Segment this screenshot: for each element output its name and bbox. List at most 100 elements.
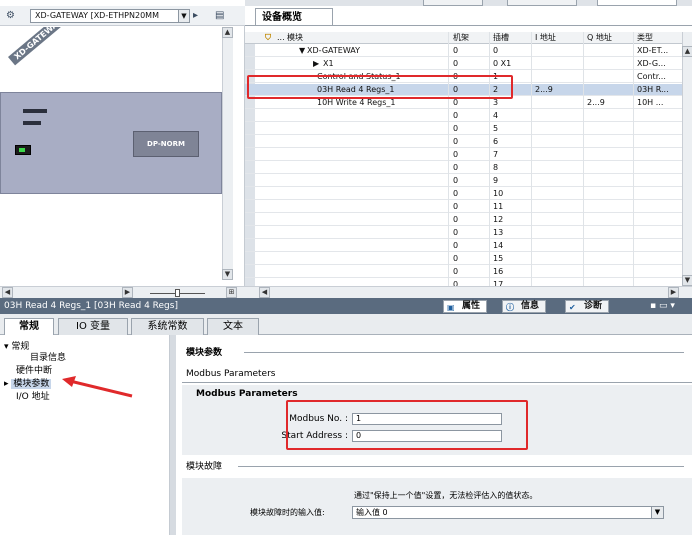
cell-rack: 0: [453, 137, 459, 146]
scroll-right-icon[interactable]: ▶: [122, 287, 133, 298]
tab-properties[interactable]: ▣ 属性: [443, 300, 488, 313]
vertical-scrollbar[interactable]: ▲ ▼: [222, 27, 233, 280]
tab-info[interactable]: ⓘ 信息: [502, 300, 547, 313]
fault-input-value: 输入值 0: [356, 508, 388, 517]
nav-hw-interrupt[interactable]: 硬件中断: [16, 363, 52, 376]
chevron-down-icon[interactable]: ▼: [178, 10, 189, 22]
highlight-frame: [286, 400, 528, 450]
diagnostics-icon: ✔: [569, 303, 576, 312]
table-row[interactable]: 0 16: [245, 266, 682, 278]
horizontal-scrollbar[interactable]: ◀ ▶: [245, 286, 692, 298]
cell-rack: 0: [453, 124, 459, 133]
device-tag: XD-GATEWAY: [8, 27, 68, 66]
horizontal-scrollbar[interactable]: ◀ ▶ ⊞: [0, 286, 245, 298]
scroll-up-icon[interactable]: ▲: [682, 46, 692, 57]
table-row[interactable]: 0 14: [245, 240, 682, 252]
cell-slot: 8: [493, 163, 499, 172]
properties-title-bar: 03H Read 4 Regs_1 [03H Read 4 Regs] ▣ 属性…: [0, 298, 692, 314]
device-indicator: [23, 121, 41, 125]
table-row[interactable]: 06: [245, 136, 682, 148]
table-row[interactable]: 05: [245, 123, 682, 135]
table-header: ⛉ ... 模块 机架 插槽 I 地址 Q 地址 类型: [245, 32, 682, 44]
nav-io-address[interactable]: I/O 地址: [16, 389, 50, 402]
play-icon[interactable]: ▸: [193, 10, 198, 21]
nav-general[interactable]: ▾ 常规: [4, 339, 29, 352]
tab-text[interactable]: 文本: [207, 318, 259, 335]
cell-slot: 9: [493, 176, 499, 185]
table-row[interactable]: 0 11: [245, 201, 682, 213]
annotation-arrow: [62, 376, 133, 398]
info-icon: ⓘ: [506, 303, 514, 312]
nav-catalog-info[interactable]: 目录信息: [30, 350, 66, 363]
scroll-up-icon[interactable]: ▲: [222, 27, 233, 38]
scroll-right-icon[interactable]: ▶: [668, 287, 679, 298]
properties-nav-tree: ▾ 常规 目录信息 硬件中断 ▸ 模块参数 I/O 地址: [0, 335, 170, 535]
cell-rack: 0: [453, 150, 459, 159]
cell-slot: 12: [493, 215, 504, 224]
table-row[interactable]: 09: [245, 175, 682, 187]
tab-general[interactable]: 常规: [4, 318, 54, 336]
tab-device-overview[interactable]: 设备概览: [255, 8, 333, 26]
column-separator: [489, 32, 490, 286]
chevron-down-icon[interactable]: ▼: [651, 507, 663, 518]
zoom-slider-handle[interactable]: [175, 289, 180, 297]
tab-io-vars[interactable]: IO 变量: [58, 318, 128, 335]
sub-divider: [182, 382, 692, 383]
more-icon: ...: [277, 33, 285, 42]
cell-type: Contr...: [637, 72, 666, 81]
cell-slot: 13: [493, 228, 504, 237]
table-row[interactable]: 0 15: [245, 253, 682, 265]
filter-icon[interactable]: ⛉: [265, 32, 271, 44]
table-row[interactable]: XD-GATEWAY 0 0 XD-ET... ▼: [245, 45, 682, 57]
table-row[interactable]: 04: [245, 110, 682, 122]
scroll-down-icon[interactable]: ▼: [682, 275, 692, 286]
fault-section-title: 模块故障: [186, 462, 223, 472]
col-q-address[interactable]: Q 地址: [587, 32, 612, 44]
device-indicator: [23, 109, 47, 113]
device-view-pane: ⚙ XD-GATEWAY [XD-ETHPN20MM ▼ ▸ ▤ XD-GATE…: [0, 6, 245, 298]
expand-icon[interactable]: ▼: [299, 45, 305, 57]
dp-norm-module[interactable]: DP-NORM: [133, 131, 199, 157]
cell-slot: 16: [493, 267, 504, 276]
panel-controls-icon[interactable]: ▪ ▭ ▾: [650, 298, 675, 314]
cell-rack: 0: [453, 241, 459, 250]
cell-rack: 0: [453, 228, 459, 237]
col-type[interactable]: 类型: [637, 32, 653, 44]
device-select[interactable]: XD-GATEWAY [XD-ETHPN20MM ▼: [30, 9, 190, 23]
col-i-address[interactable]: I 地址: [535, 32, 556, 44]
cell-rack: 0: [453, 46, 459, 55]
tab-diagnostics[interactable]: ✔ 诊断: [565, 300, 610, 313]
ethernet-port-icon: [15, 145, 31, 155]
fault-input-label: 模块故障时的输入值:: [250, 508, 325, 517]
overview-icon[interactable]: ▤: [215, 10, 224, 21]
cell-rack: 0: [453, 254, 459, 263]
column-separator: [448, 32, 449, 286]
table-row[interactable]: X1 0 0 X1 XD-G... ▶: [245, 58, 682, 70]
cell-slot: 0 X1: [493, 59, 512, 68]
scroll-down-icon[interactable]: ▼: [222, 269, 233, 280]
vertical-scrollbar[interactable]: ▲ ▼: [682, 32, 692, 286]
fault-input-select[interactable]: 输入值 0 ▼: [352, 506, 664, 519]
table-row[interactable]: 0 13: [245, 227, 682, 239]
cell-rack: 0: [453, 111, 459, 120]
tab-system-constants[interactable]: 系统常数: [131, 318, 204, 335]
scroll-left-icon[interactable]: ◀: [2, 287, 13, 298]
col-rack[interactable]: 机架: [453, 32, 469, 44]
device-canvas[interactable]: XD-GATEWAY DP-NORM: [0, 27, 222, 280]
device-tool-icon[interactable]: ⚙: [6, 10, 15, 21]
nav-module-params[interactable]: ▸ 模块参数: [4, 376, 52, 389]
cell-rack: 0: [453, 189, 459, 198]
col-module[interactable]: 模块: [287, 32, 303, 44]
scroll-left-icon[interactable]: ◀: [259, 287, 270, 298]
fit-icon[interactable]: ⊞: [226, 287, 237, 298]
table-row[interactable]: 0 12: [245, 214, 682, 226]
cell-rack: 0: [453, 202, 459, 211]
table-row[interactable]: 0 10: [245, 188, 682, 200]
cell-slot: 11: [493, 202, 504, 211]
device-body[interactable]: DP-NORM: [0, 92, 222, 194]
cell-module: XD-GATEWAY: [307, 46, 361, 55]
collapsed-icon[interactable]: ▶: [313, 58, 319, 70]
col-slot[interactable]: 插槽: [493, 32, 509, 44]
table-row[interactable]: 07: [245, 149, 682, 161]
table-row[interactable]: 08: [245, 162, 682, 174]
